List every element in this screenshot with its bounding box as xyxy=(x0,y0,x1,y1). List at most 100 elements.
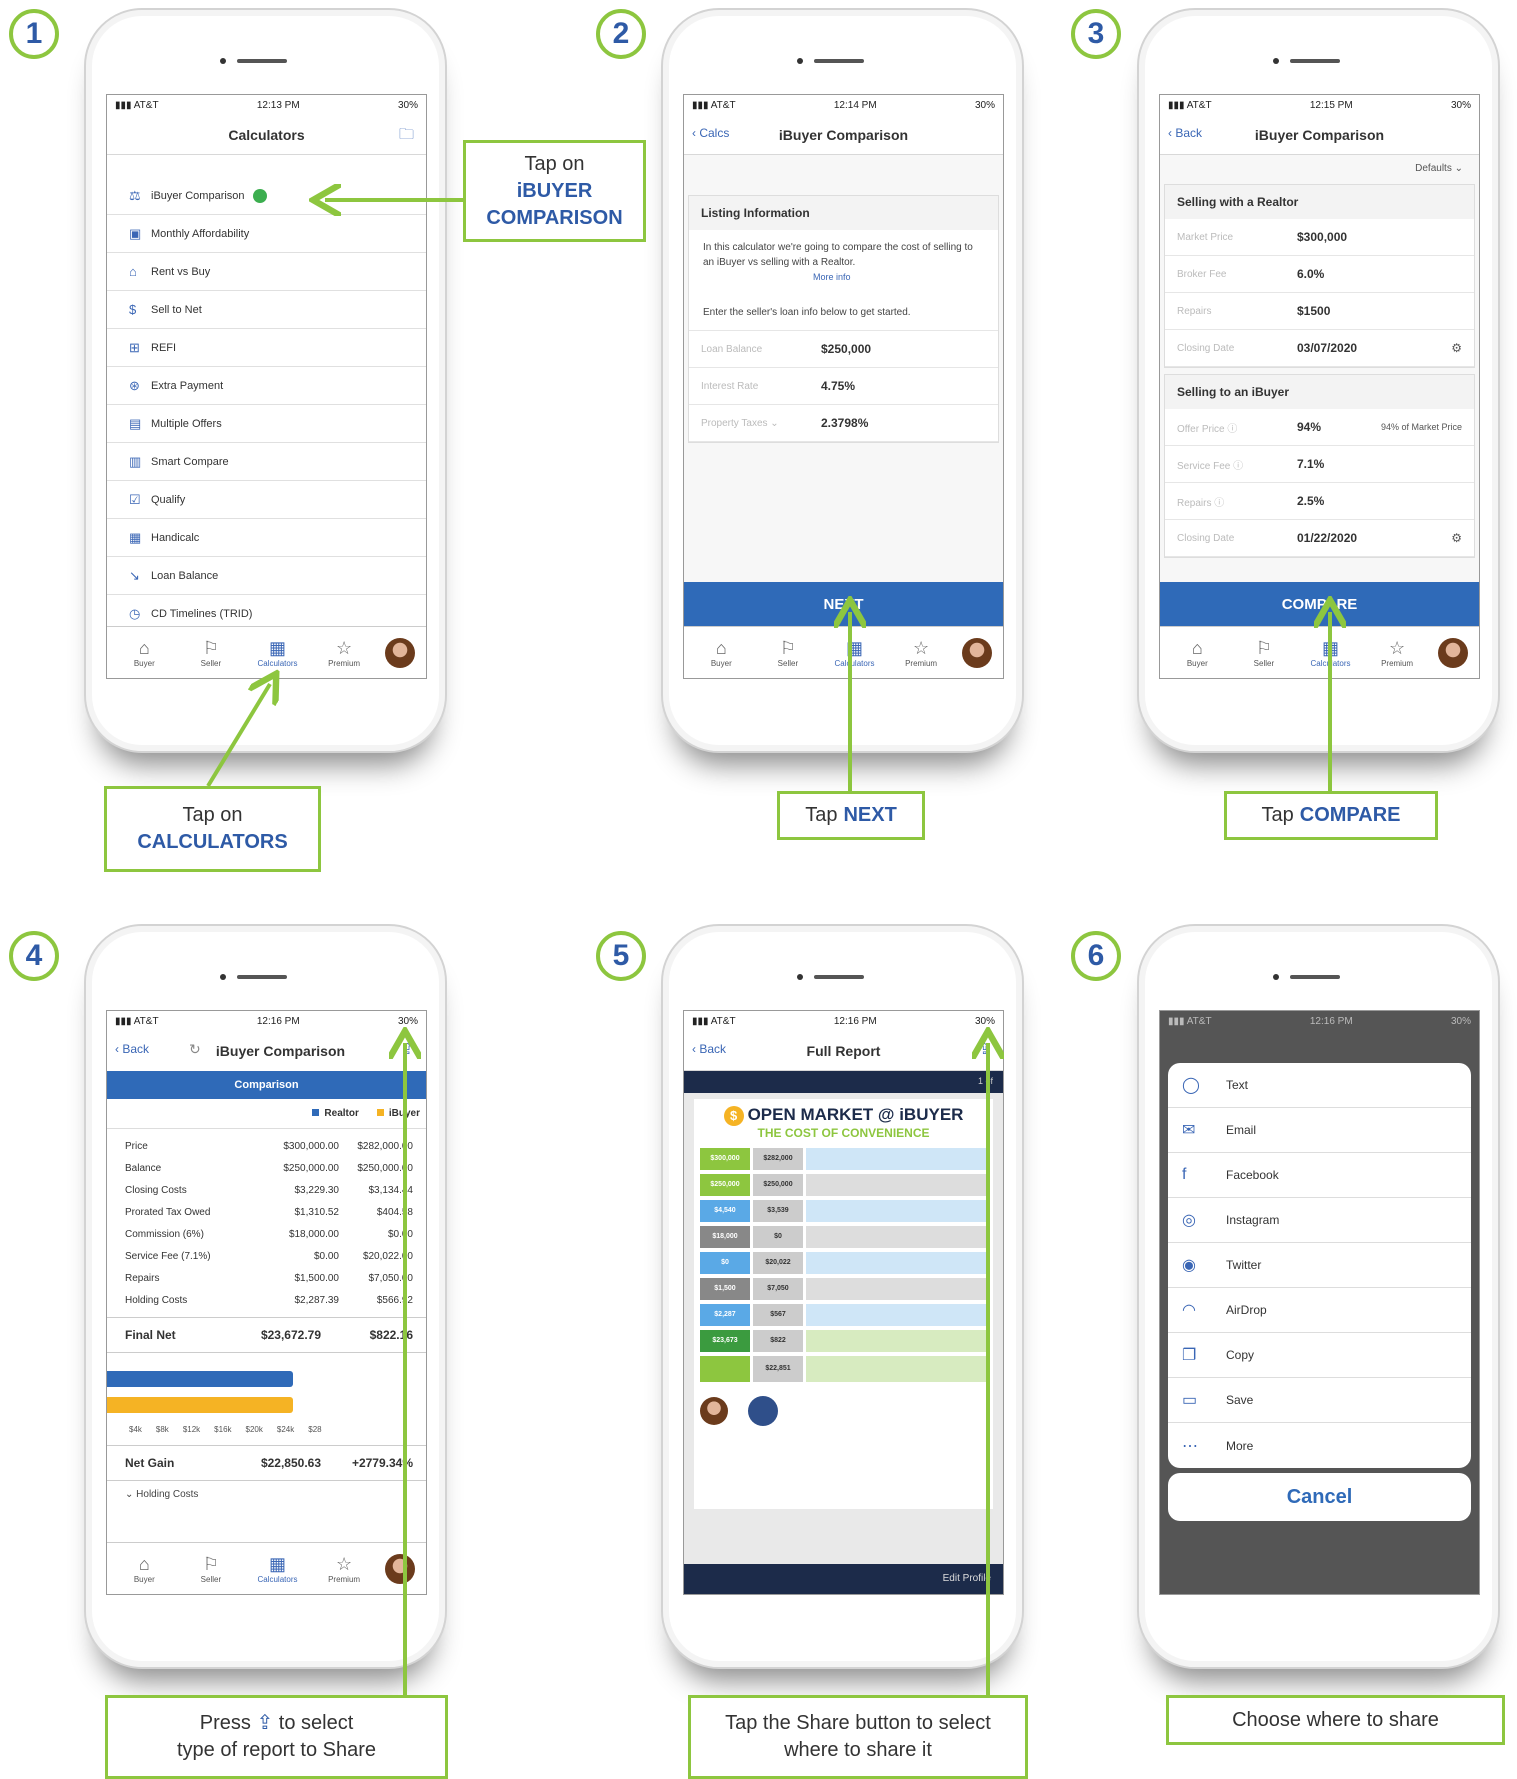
refresh-icon[interactable]: ↻ xyxy=(189,1041,201,1058)
share-more[interactable]: ⋯ More xyxy=(1168,1423,1471,1468)
broker-fee-field[interactable]: Broker Fee 6.0% xyxy=(1165,256,1474,293)
share-airdrop[interactable]: ◠ AirDrop xyxy=(1168,1288,1471,1333)
chevron-down-icon: ⌄ xyxy=(770,417,779,429)
edit-profile-button[interactable]: Edit Profile xyxy=(943,1573,991,1584)
folder-icon[interactable]: 🗀 xyxy=(399,124,414,149)
share-twitter[interactable]: ◉ Twitter xyxy=(1168,1243,1471,1288)
tab-buyer[interactable]: ⌂ Buyer xyxy=(1171,637,1223,668)
camera xyxy=(220,58,226,64)
chart-ticks: $4k $8k $12k $16k $20k $24k $28 xyxy=(129,1425,426,1434)
house-dollar-icon: ⌂ xyxy=(138,638,150,658)
list-item[interactable]: ▤ Multiple Offers xyxy=(107,405,426,443)
repairs-field[interactable]: Repairs ⓘ 2.5% xyxy=(1165,483,1474,520)
gear-icon[interactable]: ⚙ xyxy=(1451,531,1462,545)
nav-bar: ‹ Back iBuyer Comparison xyxy=(1160,115,1479,155)
tab-seller[interactable]: ⚐ Seller xyxy=(185,1553,237,1584)
share-instagram[interactable]: ◎ Instagram xyxy=(1168,1198,1471,1243)
phone-2: ▮▮▮ AT&T 12:14 PM 30% ‹ Calcs iBuyer Com… xyxy=(661,8,1024,753)
ibuyer-swatch xyxy=(376,1109,384,1116)
carrier-label: ▮▮▮ AT&T xyxy=(1168,1015,1212,1027)
repairs-field[interactable]: Repairs $1500 xyxy=(1165,293,1474,330)
back-button[interactable]: ‹ Back xyxy=(692,1042,726,1056)
tab-premium[interactable]: ☆ Premium xyxy=(895,637,947,668)
list-item[interactable]: ⊛ Extra Payment xyxy=(107,367,426,405)
share-text[interactable]: ◯ Text xyxy=(1168,1063,1471,1108)
back-button[interactable]: ‹ Back xyxy=(115,1042,149,1056)
tab-calculators[interactable]: ▦ Calculators xyxy=(251,637,303,668)
loan-balance-field[interactable]: Loan Balance $250,000 xyxy=(689,331,998,368)
cancel-button[interactable]: Cancel xyxy=(1168,1473,1471,1521)
avatar[interactable] xyxy=(384,1553,415,1584)
share-icon[interactable]: ⇪ xyxy=(401,1040,414,1058)
compare-button[interactable]: COMPARE xyxy=(1160,582,1479,626)
list-item[interactable]: ▦ Handicalc xyxy=(107,519,426,557)
list-item[interactable]: ⚖ iBuyer Comparison xyxy=(107,177,426,215)
holding-costs-toggle[interactable]: ⌄ Holding Costs xyxy=(107,1481,426,1508)
tab-premium[interactable]: ☆ Premium xyxy=(318,637,370,668)
tab-seller[interactable]: ⚐ Seller xyxy=(1238,637,1290,668)
tab-bar: ⌂ Buyer ⚐ Seller ▦ Calculators ☆ Premium xyxy=(107,626,426,678)
defaults-dropdown[interactable]: Defaults ⌄ xyxy=(1160,155,1479,178)
step-badge-3: 3 xyxy=(1071,9,1121,59)
callout-compare: Tap COMPARE xyxy=(1224,791,1438,840)
screen-full-report: ▮▮▮ AT&T 12:16 PM 30% ‹ Back Full Report… xyxy=(683,1010,1004,1595)
list-item[interactable]: ⌂ Rent vs Buy xyxy=(107,253,426,291)
closing-date-field[interactable]: Closing Date 01/22/2020 ⚙ xyxy=(1165,520,1474,557)
page-title: iBuyer Comparison xyxy=(778,126,909,143)
table-row: Price $300,000.00 $282,000.00 xyxy=(125,1140,413,1152)
tick-label: $24k xyxy=(276,1425,295,1434)
tab-premium[interactable]: ☆ Premium xyxy=(318,1553,370,1584)
interest-rate-field[interactable]: Interest Rate 4.75% xyxy=(689,368,998,405)
status-bar: ▮▮▮ AT&T 12:14 PM 30% xyxy=(684,95,1003,115)
tab-bar: ⌂ Buyer ⚐ Seller ▦ Calculators ☆ Premium xyxy=(1160,626,1479,678)
table-row: Repairs $1,500.00 $7,050.00 xyxy=(125,1272,413,1284)
comparison-header: Comparison xyxy=(107,1071,426,1099)
property-taxes-field[interactable]: Property Taxes ⌄ 2.3798% xyxy=(689,405,998,442)
list-item[interactable]: ⊞ REFI xyxy=(107,329,426,367)
back-button[interactable]: ‹ Calcs xyxy=(692,126,729,140)
gear-icon[interactable]: ⚙ xyxy=(1451,341,1462,355)
offer-price-field[interactable]: Offer Price ⓘ 94% 94% of Market Price xyxy=(1165,409,1474,446)
share-copy[interactable]: ❐ Copy xyxy=(1168,1333,1471,1378)
new-badge xyxy=(252,188,267,203)
battery-label: 30% xyxy=(397,1015,418,1027)
list-item[interactable]: ▥ Smart Compare xyxy=(107,443,426,481)
list-item[interactable]: ☑ Qualify xyxy=(107,481,426,519)
nav-bar: Calculators 🗀 xyxy=(107,115,426,155)
list-item[interactable]: $ Sell to Net xyxy=(107,291,426,329)
page-title: Full Report xyxy=(806,1042,881,1059)
house-icon: ⌂ xyxy=(129,264,137,279)
share-email[interactable]: ✉ Email xyxy=(1168,1108,1471,1153)
tab-seller[interactable]: ⚐ Seller xyxy=(185,637,237,668)
realtor-seal-icon xyxy=(748,1396,778,1426)
callout-tap-share: Tap the Share button to select where to … xyxy=(688,1695,1028,1779)
avatar[interactable] xyxy=(1437,637,1468,668)
market-price-field[interactable]: Market Price $300,000 xyxy=(1165,219,1474,256)
avatar[interactable] xyxy=(961,637,992,668)
back-button[interactable]: ‹ Back xyxy=(1168,126,1202,140)
avatar[interactable] xyxy=(384,637,415,668)
tab-buyer[interactable]: ⌂ Buyer xyxy=(695,637,747,668)
tab-premium[interactable]: ☆ Premium xyxy=(1371,637,1423,668)
tab-seller[interactable]: ⚐ Seller xyxy=(762,637,814,668)
tick-label: $20k xyxy=(245,1425,263,1434)
list-item[interactable]: ↘ Loan Balance xyxy=(107,557,426,595)
share-facebook[interactable]: f Facebook xyxy=(1168,1153,1471,1198)
share-icon[interactable]: ⇪ xyxy=(978,1040,991,1058)
agent-footer xyxy=(700,1396,987,1426)
closing-date-field[interactable]: Closing Date 03/07/2020 ⚙ xyxy=(1165,330,1474,367)
signal-icon: ▮▮▮ xyxy=(692,1015,711,1027)
list-item[interactable]: ▣ Monthly Affordability xyxy=(107,215,426,253)
share-save[interactable]: ▭ Save xyxy=(1168,1378,1471,1423)
tab-calculators[interactable]: ▦ Calculators xyxy=(1304,637,1356,668)
tab-buyer[interactable]: ⌂ Buyer xyxy=(118,637,170,668)
tab-calculators[interactable]: ▦ Calculators xyxy=(828,637,880,668)
tab-buyer[interactable]: ⌂ Buyer xyxy=(118,1553,170,1584)
more-info-link[interactable]: More info xyxy=(813,272,851,282)
next-button[interactable]: NEXT xyxy=(684,582,1003,626)
service-fee-field[interactable]: Service Fee ⓘ 7.1% xyxy=(1165,446,1474,483)
report-subtitle: THE COST OF CONVENIENCE xyxy=(757,1126,930,1140)
agent-photo xyxy=(700,1397,728,1425)
table-row: $2,287 $567 xyxy=(700,1304,987,1326)
tab-calculators[interactable]: ▦ Calculators xyxy=(251,1553,303,1584)
